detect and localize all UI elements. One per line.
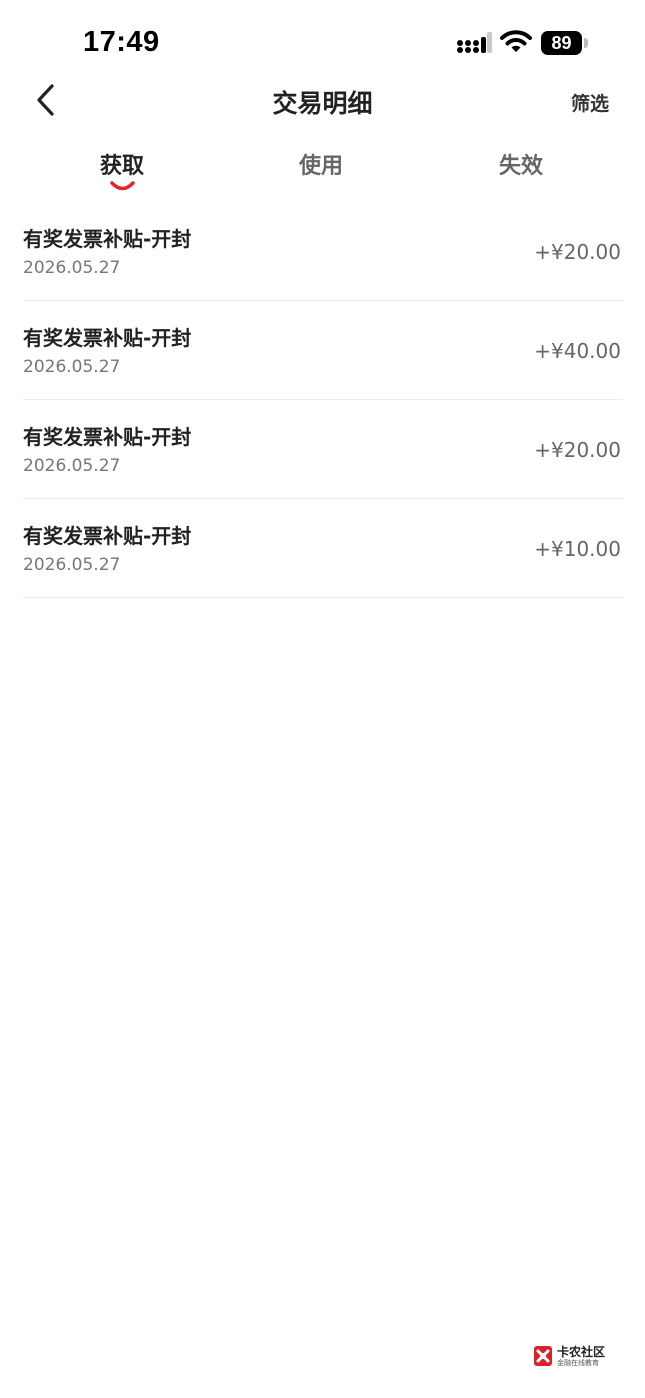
tab-bar: 获取 使用 失效	[0, 140, 645, 200]
page-title: 交易明细	[272, 89, 373, 118]
transaction-title: 有奖发票补贴-开封	[23, 326, 192, 350]
transaction-row[interactable]: 有奖发票补贴-开封 2026.05.27 +¥20.00	[23, 400, 623, 499]
battery-icon: 89	[541, 31, 582, 55]
transaction-details-page: 17:49 89 交易明细 筛选 获取 使用 失效 有奖发票补贴-开封 2026…	[0, 0, 645, 1398]
status-time: 17:49	[83, 26, 160, 58]
watermark-logo: 卡农社区 金融在线教育	[530, 1342, 620, 1372]
transaction-title: 有奖发票补贴-开封	[23, 227, 192, 251]
transaction-amount: +¥20.00	[534, 240, 621, 264]
nav-header: 交易明细 筛选	[0, 72, 645, 128]
transaction-row[interactable]: 有奖发票补贴-开封 2026.05.27 +¥10.00	[23, 499, 623, 598]
tab-use[interactable]: 使用	[261, 148, 381, 180]
filter-button[interactable]: 筛选	[571, 89, 609, 116]
kanong-logo-icon	[534, 1346, 552, 1366]
signal-icon	[457, 32, 492, 53]
transaction-list: 有奖发票补贴-开封 2026.05.27 +¥20.00 有奖发票补贴-开封 2…	[23, 202, 623, 598]
transaction-title: 有奖发票补贴-开封	[23, 524, 192, 548]
watermark-subtitle: 金融在线教育	[557, 1359, 599, 1367]
transaction-date: 2026.05.27	[23, 456, 121, 476]
transaction-date: 2026.05.27	[23, 357, 121, 377]
tab-expired[interactable]: 失效	[461, 148, 581, 180]
battery-nub	[584, 38, 588, 48]
transaction-date: 2026.05.27	[23, 258, 121, 278]
tab-obtain[interactable]: 获取	[62, 148, 182, 180]
transaction-amount: +¥20.00	[534, 438, 621, 462]
transaction-title: 有奖发票补贴-开封	[23, 425, 192, 449]
transaction-amount: +¥10.00	[534, 537, 621, 561]
transaction-amount: +¥40.00	[534, 339, 621, 363]
wifi-icon	[500, 30, 532, 52]
transaction-row[interactable]: 有奖发票补贴-开封 2026.05.27 +¥40.00	[23, 301, 623, 400]
transaction-date: 2026.05.27	[23, 555, 121, 575]
transaction-row[interactable]: 有奖发票补贴-开封 2026.05.27 +¥20.00	[23, 202, 623, 301]
active-tab-indicator	[110, 181, 135, 191]
